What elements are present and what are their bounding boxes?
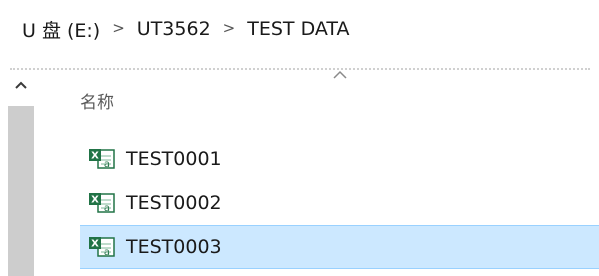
file-row-test0001[interactable]: X a TEST0001 xyxy=(80,137,599,181)
vertical-scrollbar[interactable] xyxy=(0,72,42,276)
breadcrumb: U 盘 (E:) > UT3562 > TEST DATA xyxy=(0,0,599,58)
chevron-up-icon xyxy=(15,81,27,89)
svg-text:X: X xyxy=(91,195,99,206)
scroll-up-button[interactable] xyxy=(0,72,42,98)
column-header-name[interactable]: 名称 xyxy=(80,86,114,114)
excel-csv-file-icon: X a xyxy=(89,149,115,170)
file-name: TEST0003 xyxy=(126,236,222,258)
scroll-thumb[interactable] xyxy=(8,106,34,276)
breadcrumb-item-drive[interactable]: U 盘 (E:) xyxy=(22,16,100,43)
file-explorer-view: U 盘 (E:) > UT3562 > TEST DATA 名称 X a TES… xyxy=(0,0,599,276)
svg-text:a: a xyxy=(104,203,110,214)
file-name: TEST0002 xyxy=(126,192,222,214)
svg-text:a: a xyxy=(104,247,110,258)
sort-ascending-icon xyxy=(333,70,347,79)
svg-text:X: X xyxy=(91,239,99,250)
file-row-test0002[interactable]: X a TEST0002 xyxy=(80,181,599,225)
svg-text:X: X xyxy=(91,151,99,162)
excel-csv-file-icon: X a xyxy=(89,237,115,258)
file-name: TEST0001 xyxy=(126,148,222,170)
breadcrumb-separator: > xyxy=(112,19,125,37)
breadcrumb-item-current[interactable]: TEST DATA xyxy=(247,18,349,40)
divider xyxy=(10,68,590,72)
file-row-test0003[interactable]: X a TEST0003 xyxy=(80,225,599,269)
breadcrumb-separator: > xyxy=(222,19,236,37)
breadcrumb-item-folder[interactable]: UT3562 xyxy=(137,18,211,40)
file-list: X a TEST0001 X a TEST0002 X a TEST0003 xyxy=(80,137,599,269)
excel-csv-file-icon: X a xyxy=(89,193,115,214)
svg-text:a: a xyxy=(104,159,110,170)
